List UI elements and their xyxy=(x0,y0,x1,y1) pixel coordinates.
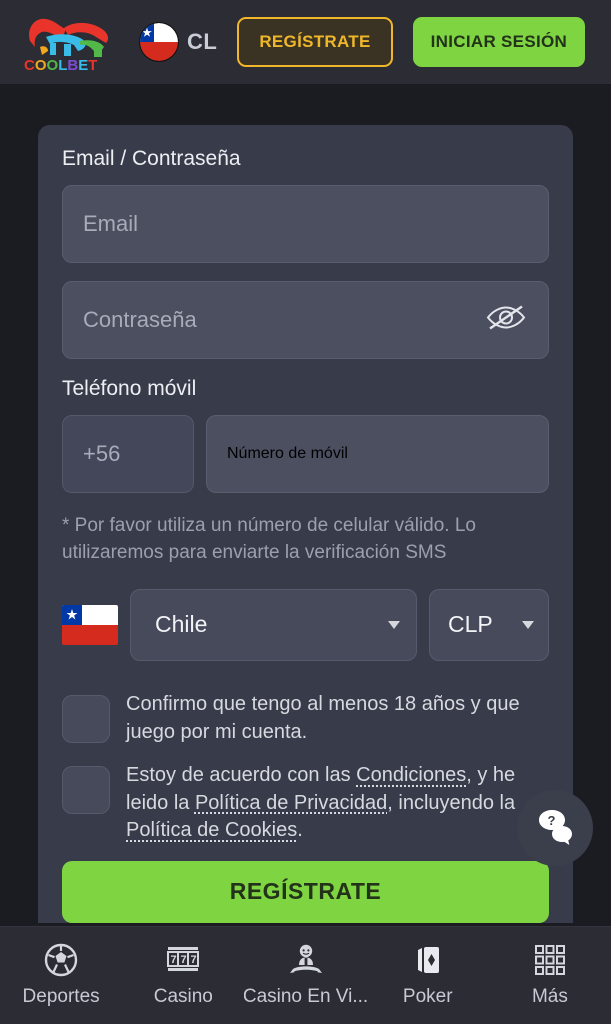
email-section-label: Email / Contraseña xyxy=(62,147,241,170)
phone-number-field[interactable]: Número de móvil xyxy=(206,415,549,493)
nav-item-casino-en-vivo[interactable]: Casino En Vi... xyxy=(244,943,367,1008)
age-consent-checkbox[interactable] xyxy=(62,694,110,743)
registration-form-card: Email / Contraseña Email Contraseña Telé… xyxy=(38,125,573,923)
app-header: COOLBET CL REGÍSTRATE INICIAR SESIÓN xyxy=(0,0,611,84)
password-placeholder: Contraseña xyxy=(83,307,197,332)
login-button[interactable]: INICIAR SESIÓN xyxy=(412,17,586,67)
chile-flag-icon xyxy=(62,604,118,645)
nav-label-poker: Poker xyxy=(402,986,453,1007)
phone-prefix-value: +56 xyxy=(83,441,121,466)
svg-text:COOLBET: COOLBET xyxy=(24,57,97,73)
nav-label-casino-en-vivo: Casino En Vi... xyxy=(244,986,367,1007)
country-select-value: Chile xyxy=(155,611,208,638)
phone-placeholder: Número de móvil xyxy=(227,445,348,462)
chat-question-icon: ? xyxy=(533,806,577,851)
bottom-navigation: Deportes 7 7 7 Casino Casino En Vi... Po… xyxy=(0,926,611,1024)
svg-text:?: ? xyxy=(548,813,556,828)
currency-select-value: CLP xyxy=(448,611,493,638)
nav-item-poker[interactable]: Poker xyxy=(367,943,489,1008)
grid-menu-icon xyxy=(533,943,567,977)
phone-hint-text: * Por favor utiliza un número de celular… xyxy=(62,515,477,563)
terms-consent-label: Estoy de acuerdo con las Condiciones, y … xyxy=(126,762,549,845)
phone-prefix-field[interactable]: +56 xyxy=(62,415,194,493)
country-selector[interactable]: CL xyxy=(140,23,217,61)
registration-screen: COOLBET CL REGÍSTRATE INICIAR SESIÓN Ema… xyxy=(0,0,611,1024)
terms-text-3: , incluyendo la xyxy=(387,791,516,814)
terms-consent-checkbox[interactable] xyxy=(62,766,110,815)
email-field[interactable]: Email xyxy=(62,185,549,263)
country-currency-row: Chile CLP xyxy=(62,588,549,661)
nav-label-mas: Más xyxy=(531,986,568,1007)
chile-flag-icon xyxy=(140,23,178,61)
coolbet-logo[interactable]: COOLBET xyxy=(16,11,120,74)
nav-item-deportes[interactable]: Deportes xyxy=(0,943,122,1008)
nav-item-mas[interactable]: Más xyxy=(489,943,611,1008)
nav-item-casino[interactable]: 7 7 7 Casino xyxy=(122,943,244,1008)
terms-link-conditions[interactable]: Condiciones xyxy=(356,764,466,786)
age-consent-label: Confirmo que tengo al menos 18 años y qu… xyxy=(126,692,520,743)
chevron-down-icon xyxy=(522,620,534,629)
help-chat-button[interactable]: ? xyxy=(517,790,593,866)
live-dealer-icon xyxy=(287,943,325,977)
nav-label-casino: Casino xyxy=(153,986,213,1007)
terms-link-privacy[interactable]: Política de Privacidad xyxy=(195,792,387,814)
playing-cards-icon xyxy=(411,943,445,977)
svg-text:7: 7 xyxy=(191,954,197,966)
chevron-down-icon xyxy=(388,620,400,629)
password-field[interactable]: Contraseña xyxy=(62,281,549,359)
svg-text:7: 7 xyxy=(181,954,187,966)
phone-label: Teléfono móvil xyxy=(62,377,197,400)
terms-text-1: Estoy de acuerdo con las xyxy=(126,764,357,787)
register-button[interactable]: REGÍSTRATE xyxy=(237,17,393,67)
submit-register-button[interactable]: REGÍSTRATE xyxy=(62,860,549,923)
soccer-ball-icon xyxy=(43,943,79,977)
country-code-label: CL xyxy=(187,29,218,54)
terms-link-cookies[interactable]: Política de Cookies xyxy=(126,819,297,841)
eye-off-icon[interactable] xyxy=(484,302,528,339)
nav-label-deportes: Deportes xyxy=(22,986,100,1007)
email-placeholder: Email xyxy=(83,211,139,236)
age-consent-row: Confirmo que tengo al menos 18 años y qu… xyxy=(62,691,549,746)
country-select[interactable]: Chile xyxy=(130,588,417,661)
terms-text-4: . xyxy=(297,819,303,842)
form-scroll-area[interactable]: Email / Contraseña Email Contraseña Telé… xyxy=(0,84,611,926)
svg-text:7: 7 xyxy=(171,954,177,966)
terms-consent-row: Estoy de acuerdo con las Condiciones, y … xyxy=(62,762,549,845)
slot-machine-icon: 7 7 7 xyxy=(163,943,203,977)
phone-row: +56 Número de móvil xyxy=(62,415,549,493)
currency-select[interactable]: CLP xyxy=(429,588,549,661)
